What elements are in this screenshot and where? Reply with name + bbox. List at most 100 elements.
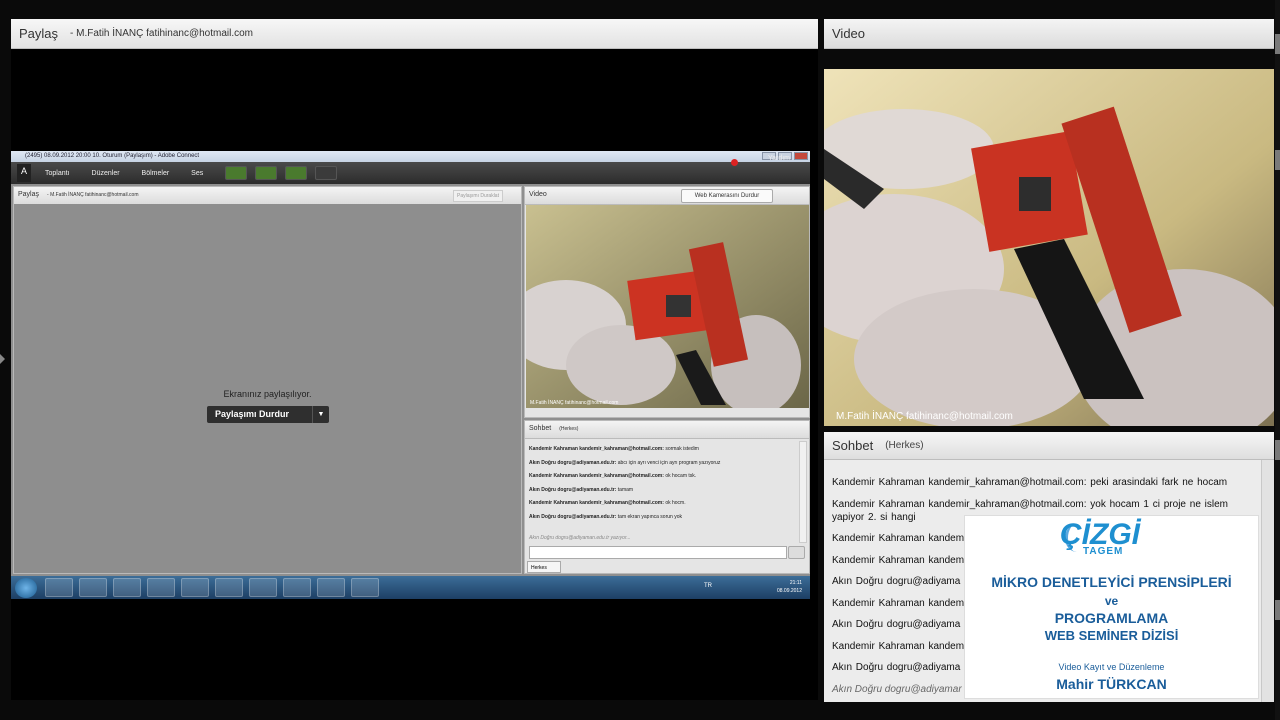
card-credit-label: Video Kayıt ve Düzenleme — [1058, 662, 1165, 672]
clock-time: 21:11 — [789, 580, 802, 586]
stop-webcam-button[interactable]: Web Kamerasını Durdur — [681, 189, 773, 203]
inner-video-pod: Video Web Kamerasını Durdur M.Fatih İNAN… — [524, 186, 810, 418]
app-icon[interactable] — [147, 578, 175, 597]
windows-taskbar: TR 21:11 08.09.2012 — [11, 576, 810, 599]
inner-share-subtitle: - M.Fatih İNANÇ fatihinanc@hotmail.com — [47, 192, 139, 198]
chat-text: sormak istedim — [665, 446, 699, 452]
inner-share-pod: Paylaş - M.Fatih İNANÇ fatihinanc@hotmail… — [13, 186, 522, 574]
chat-message: Akın Doğru dogru@adiyaman.edu.tr: tamam — [529, 484, 797, 498]
webcam-icon[interactable] — [285, 166, 308, 180]
video-user-label: M.Fatih İNANÇ fatihinanc@hotmail.com — [836, 411, 1013, 422]
card-credit-name: Mahir TÜRKCAN — [1056, 676, 1167, 692]
chat-typing-indicator: Akın Doğru dogru@adiyamar — [832, 684, 962, 695]
send-icon[interactable] — [788, 546, 805, 559]
chat-text: tamam — [617, 486, 634, 493]
chevron-down-icon[interactable]: ▼ — [312, 406, 329, 423]
card-line1: MİKRO DENETLEYİCİ PRENSİPLERİ — [991, 574, 1232, 590]
screen-sharing-message: Ekranınız paylaşılıyor. — [223, 389, 312, 399]
card-line4: WEB SEMİNER DİZİSİ — [1044, 628, 1179, 643]
inner-chat-scrollbar[interactable] — [799, 441, 807, 543]
card-line3: PROGRAMLAMA — [1054, 610, 1169, 626]
inner-share-header: Paylaş - M.Fatih İNANÇ fatihinanc@hotmail… — [14, 187, 521, 205]
chat-message: Kandemir Kahraman kandemir_kahraman@hotm… — [529, 443, 797, 457]
webcam-main-image — [824, 69, 1274, 426]
edge-tick — [1275, 600, 1280, 620]
chat-pod-header: Sohbet (Herkes) — [824, 432, 1274, 460]
chat-user: Kandemir Kahraman kandemir_kahraman@hotm… — [529, 473, 664, 479]
help-menu[interactable]: Yardım — [768, 155, 790, 162]
calculator-icon[interactable] — [181, 578, 209, 597]
inner-chat-tab-herkes[interactable]: Herkes — [527, 561, 561, 573]
pause-share-button[interactable]: Paylaşımı Duraklat — [453, 190, 503, 202]
edge-tick — [1275, 34, 1280, 54]
inner-video-header: Video Web Kamerasını Durdur — [525, 187, 809, 205]
tools-icon[interactable] — [113, 578, 141, 597]
inner-webcam-feed: M.Fatih İNANÇ fatihinanc@hotmail.com — [526, 205, 809, 408]
close-icon[interactable] — [794, 152, 808, 160]
inner-chat-typing: Akın Doğru dogru@adiyaman.edu.tr yazıyor… — [529, 535, 631, 541]
chat-pod-sub: (Herkes) — [885, 440, 924, 451]
webcam-frame-image — [526, 205, 809, 408]
edge-tick — [1275, 150, 1280, 170]
menu-ses[interactable]: Ses — [191, 170, 203, 177]
inner-chat-messages: Kandemir Kahraman kandemir_kahraman@hotm… — [529, 443, 797, 524]
folder-icon[interactable] — [215, 578, 243, 597]
pdf-icon[interactable] — [249, 578, 277, 597]
adobe-logo-icon: A — [17, 164, 31, 182]
chat-message: Kandemir Kahraman kandemir_kahraman@hotm… — [529, 497, 797, 511]
chat-message: Akın Doğru dogru@adiyaman.edu.tr: tam ek… — [529, 511, 797, 525]
seminar-logo-card: ÇİZGİ TAGEM MİKRO DENETLEYİCİ PRENSİPLER… — [964, 515, 1259, 699]
record-icon[interactable] — [731, 159, 738, 166]
start-button[interactable] — [15, 577, 37, 598]
inner-share-title: Paylaş — [18, 191, 40, 198]
video-pod-header: Video — [824, 19, 1274, 49]
menu-duzenler[interactable]: Düzenler — [92, 170, 120, 177]
chat-user: Akın Doğru dogru@adiyaman.edu.tr: — [529, 486, 617, 493]
chat-text: ok hocam tsk. — [665, 473, 697, 479]
video-pod: Video M.Fatih İNANÇ fatihinanc@hotmail.c… — [824, 19, 1274, 427]
inner-video-title: Video — [529, 191, 547, 198]
share-pod-title: Paylaş — [19, 26, 59, 41]
webcam-feed: M.Fatih İNANÇ fatihinanc@hotmail.com — [824, 69, 1274, 426]
stop-sharing-label: Paylaşımı Durdur — [215, 409, 290, 419]
system-clock[interactable]: 21:11 08.09.2012 — [777, 579, 802, 595]
inner-window-titlebar: (2495) 08.09.2012 20:00 10. Oturum (Payl… — [11, 151, 810, 162]
expand-arrow-icon[interactable] — [0, 354, 5, 364]
inner-chat-pod: Sohbet (Herkes) Kandemir Kahraman kandemi… — [524, 420, 810, 574]
inner-share-body: Ekranınız paylaşılıyor. Paylaşımı Durdur… — [14, 204, 521, 573]
chat-user: Kandemir Kahraman kandemir_kahraman@hotm… — [529, 500, 664, 506]
shared-screen: (2495) 08.09.2012 20:00 10. Oturum (Payl… — [11, 151, 810, 599]
media-player-icon[interactable] — [79, 578, 107, 597]
edge-tick — [1275, 440, 1280, 460]
chat-scrollbar[interactable] — [1261, 460, 1274, 702]
share-pod-subtitle: - M.Fatih İNANÇ fatihinanc@hotmail.com — [70, 28, 254, 39]
logo-sub-text: TAGEM — [1083, 546, 1124, 557]
chat-message: Kandemir Kahraman kandemir_kahraman@hotm… — [832, 477, 1228, 488]
menu-toplanti[interactable]: Toplantı — [45, 170, 70, 177]
chat-text: ok hocm. — [665, 500, 686, 506]
network-icon[interactable] — [351, 578, 379, 597]
inner-menubar: A Toplantı Düzenler Bölmeler Ses — [11, 162, 810, 184]
menu-bolmeler[interactable]: Bölmeler — [142, 170, 170, 177]
microphone-icon[interactable] — [255, 166, 278, 180]
inner-video-label: M.Fatih İNANÇ fatihinanc@hotmail.com — [530, 400, 619, 406]
language-indicator[interactable]: TR — [704, 583, 712, 589]
inner-chat-input[interactable] — [529, 546, 787, 559]
chat-user: Akın Doğru dogru@adiyaman.edu.tr: — [529, 513, 617, 520]
share-pod-header: Paylaş - M.Fatih İNANÇ fatihinanc@hotmai… — [11, 19, 818, 49]
chat-message: Kandemir Kahraman kandemir_kahraman@hotm… — [529, 470, 797, 484]
video-pod-title: Video — [832, 26, 866, 41]
inner-chat-sub: (Herkes) — [559, 426, 579, 432]
raise-hand-icon[interactable] — [315, 166, 338, 180]
chat-text: abcı için ayrı venci için ayrı program y… — [617, 459, 721, 466]
firefox-icon[interactable] — [45, 578, 73, 597]
stop-sharing-button[interactable]: Paylaşımı Durdur ▼ — [207, 406, 329, 423]
printer-icon[interactable] — [283, 578, 311, 597]
clock-date: 08.09.2012 — [776, 588, 802, 594]
inner-chat-header: Sohbet (Herkes) — [525, 421, 809, 439]
window-icon[interactable] — [317, 578, 345, 597]
chat-user: Kandemir Kahraman kandemir_kahraman@hotm… — [529, 446, 664, 452]
speaker-icon[interactable] — [225, 166, 248, 180]
chat-message: Akın Doğru dogru@adiyaman.edu.tr: abcı i… — [529, 457, 797, 471]
inner-chat-title: Sohbet — [529, 425, 552, 432]
